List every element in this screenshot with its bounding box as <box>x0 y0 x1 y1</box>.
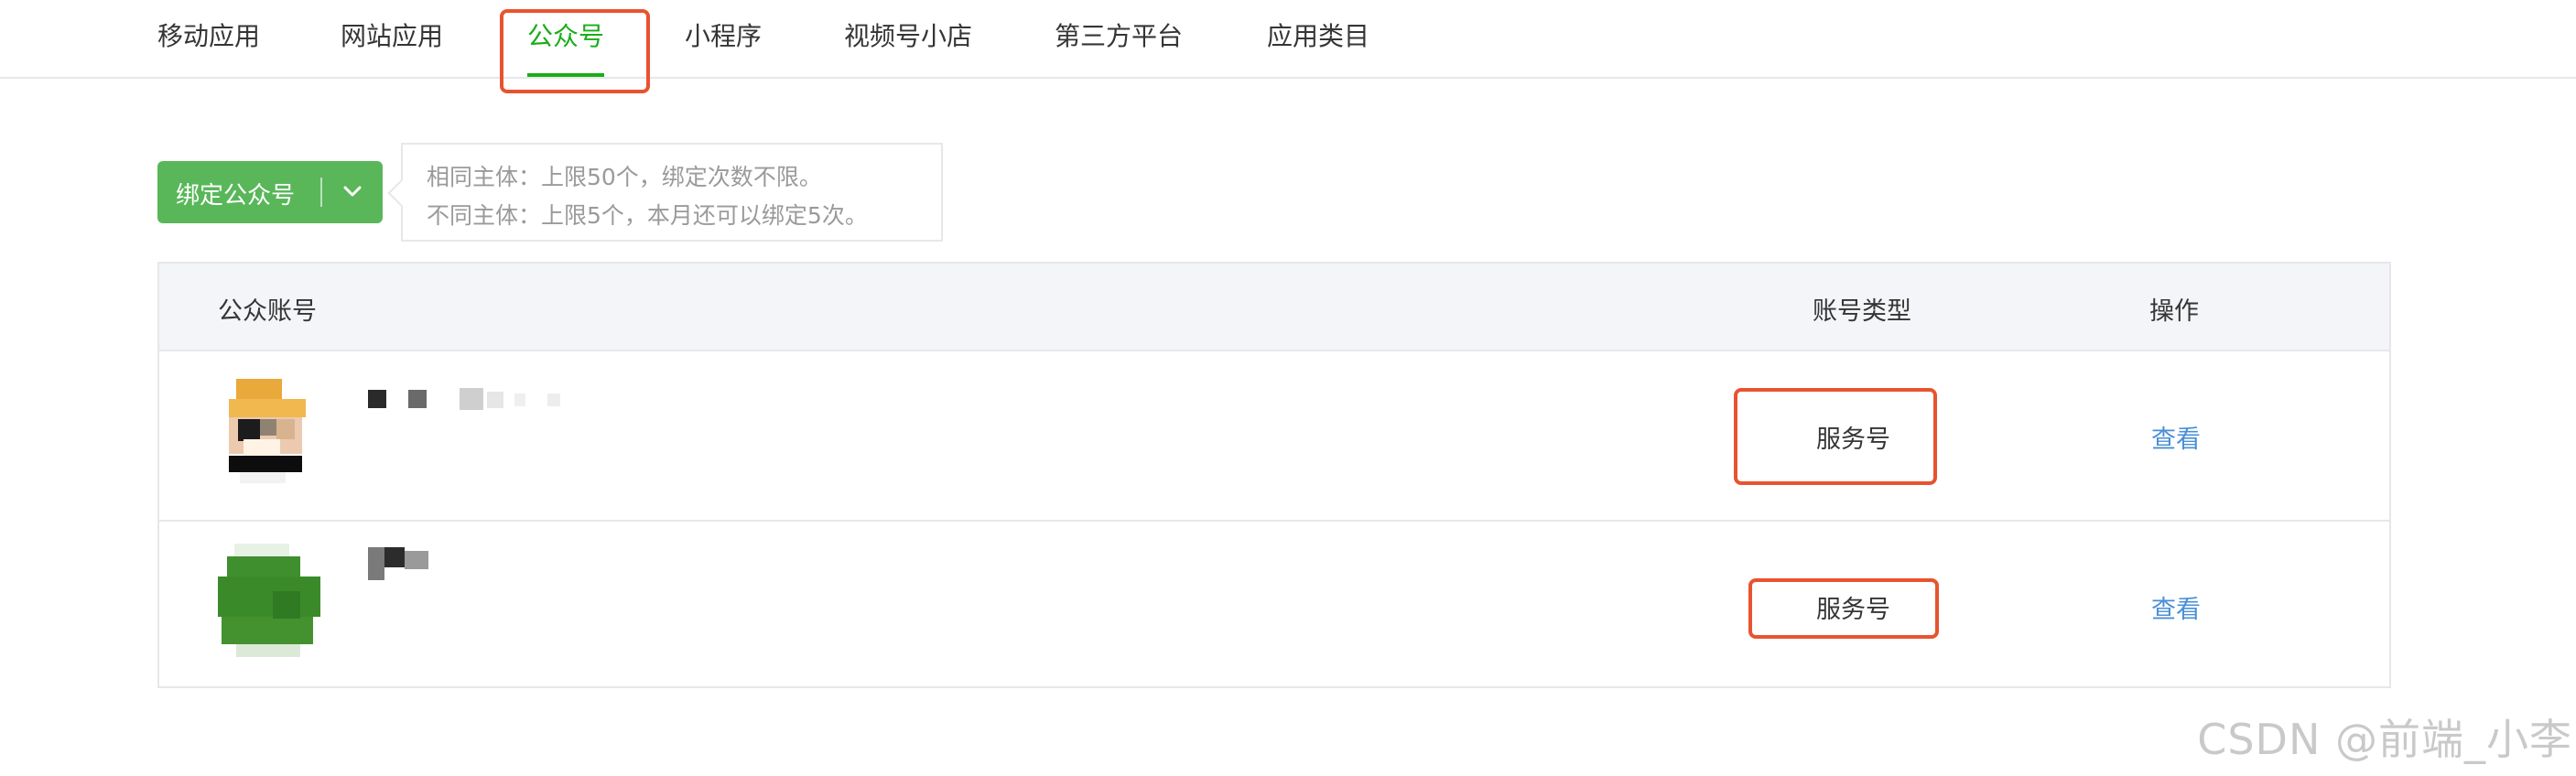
header-account-type: 账号类型 <box>1813 297 1911 326</box>
tab-website-apps[interactable]: 网站应用 <box>341 16 443 53</box>
account-table: 公众账号 账号类型 操作 服务号 查看 服务号 查看 <box>157 262 2391 688</box>
button-divider <box>320 178 322 207</box>
bind-limit-tip: 相同主体：上限50个，绑定次数不限。 不同主体：上限5个，本月还可以绑定5次。 <box>387 143 943 242</box>
tab-bar: 移动应用 网站应用 公众号 小程序 视频号小店 第三方平台 应用类目 <box>0 0 2576 79</box>
header-action: 操作 <box>2149 297 2199 326</box>
table-row: 服务号 查看 <box>159 520 2389 692</box>
header-account: 公众账号 <box>218 297 317 326</box>
account-type: 服务号 <box>1816 426 1890 454</box>
tip-same-entity: 相同主体：上限50个，绑定次数不限。 <box>427 164 822 190</box>
chevron-down-icon[interactable] <box>330 170 375 214</box>
account-name-redacted <box>368 381 588 417</box>
tab-mobile-apps[interactable]: 移动应用 <box>157 16 260 53</box>
view-link[interactable]: 查看 <box>2151 419 2201 455</box>
bind-official-account-button[interactable]: 绑定公众号 <box>157 161 383 223</box>
tab-official-accounts-label: 公众号 <box>527 21 605 51</box>
tab-app-categories[interactable]: 应用类目 <box>1267 16 1369 53</box>
tab-mini-programs[interactable]: 小程序 <box>685 16 762 53</box>
table-row: 服务号 查看 <box>159 350 2389 520</box>
account-type: 服务号 <box>1816 596 1890 624</box>
tip-pointer <box>387 178 417 208</box>
watermark: CSDN @前端_小李 <box>2197 715 2572 764</box>
account-name-redacted <box>368 545 588 582</box>
view-link[interactable]: 查看 <box>2151 589 2201 625</box>
active-tab-indicator <box>527 73 605 77</box>
bind-button-label: 绑定公众号 <box>176 182 296 210</box>
tab-video-store[interactable]: 视频号小店 <box>844 16 972 53</box>
avatar <box>218 379 313 489</box>
tip-different-entity: 不同主体：上限5个，本月还可以绑定5次。 <box>427 202 868 229</box>
tab-official-accounts[interactable]: 公众号 <box>527 16 605 77</box>
tab-third-party-platform[interactable]: 第三方平台 <box>1055 16 1183 53</box>
table-header: 公众账号 账号类型 操作 <box>159 264 2389 351</box>
avatar <box>218 544 320 657</box>
